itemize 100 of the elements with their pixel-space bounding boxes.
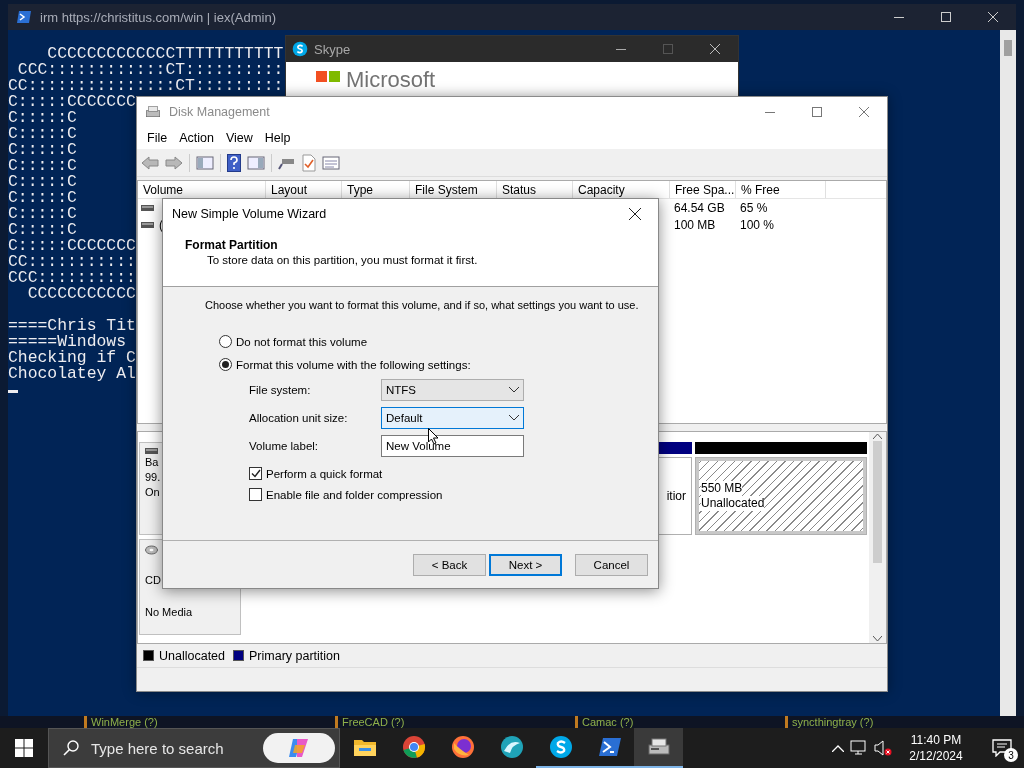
page-heading: Format Partition: [185, 238, 279, 252]
disk-label: CD: [145, 573, 162, 588]
caret-icon: [509, 415, 519, 421]
radio-button[interactable]: [219, 358, 232, 371]
terminal-icon: [16, 10, 32, 24]
partition-block[interactable]: 550 MB Unallocated: [695, 457, 867, 535]
minimize-icon: [764, 111, 775, 113]
disk-drive-icon: [145, 105, 161, 119]
forward-icon: [165, 155, 183, 170]
close-icon: [858, 107, 869, 117]
checklist-icon: [302, 153, 316, 172]
radio-label: Format this volume with the following settings:: [236, 358, 471, 371]
notification-button[interactable]: 3: [980, 728, 1024, 768]
field-label: Volume label:: [249, 440, 320, 452]
table-cell-text: 100 %: [739, 217, 776, 232]
dialog-button[interactable]: Next >: [489, 553, 562, 576]
disk-label: 99.: [145, 470, 162, 485]
checkbox-label: Perform a quick format: [266, 467, 383, 480]
table-cell-text: 65 %: [739, 200, 769, 215]
console-line: C:::::CCCCCCC: [8, 238, 136, 254]
panel-icon: [196, 155, 214, 170]
console-line: C:::::C: [8, 110, 77, 126]
console-line: CCCCCCCCCCCCCTTTTTTTTTTT: [46, 46, 284, 62]
dialog-button[interactable]: < Back: [413, 553, 486, 576]
caret-icon: [509, 387, 519, 393]
console-line: C:::::C: [8, 142, 77, 158]
console-line: C:::::C: [8, 158, 77, 174]
search-icon: [63, 740, 79, 756]
assistant-button[interactable]: [263, 733, 335, 763]
console-line: =====Windows: [8, 334, 127, 350]
maximize-icon: [662, 44, 673, 54]
checkbox[interactable]: [249, 488, 262, 501]
field-label: Allocation unit size:: [249, 412, 349, 424]
menu-item[interactable]: View: [219, 131, 259, 145]
console-line: C:::::C: [8, 126, 77, 142]
partition-text: itior: [666, 488, 686, 504]
disk-drive-icon: [646, 737, 671, 757]
console-line: C:::::CCCCCCC: [8, 94, 136, 110]
column-header[interactable]: % Free: [736, 181, 826, 198]
page-subheading: To store data on this partition, you must format it first.: [206, 254, 479, 266]
checkbox-label: Enable file and folder compression: [266, 488, 443, 501]
browser-icon: [450, 735, 475, 759]
close-icon: [628, 208, 641, 220]
disk-label: No Media: [145, 605, 194, 620]
chevron-down-icon: [873, 636, 882, 641]
console-line: Chocolatey Al: [8, 366, 136, 382]
taskbar-app[interactable]: [634, 728, 683, 768]
menu-item[interactable]: Help: [258, 131, 297, 145]
panel-icon: [247, 155, 265, 170]
console-line: ====Chris Tit: [8, 318, 136, 334]
clock[interactable]: 11:40 PM 2/12/2024: [898, 732, 974, 764]
disk-label: Ba: [145, 455, 160, 470]
back-icon: [141, 155, 159, 170]
menu-item[interactable]: File: [141, 131, 174, 145]
text-cursor: [8, 390, 18, 393]
folder-icon: [352, 737, 377, 757]
maximize-icon: [811, 107, 822, 117]
dropdown[interactable]: NTFS: [381, 379, 524, 401]
disk-label: On: [145, 485, 161, 500]
dialog-title: New Simple Volume Wizard: [172, 207, 327, 221]
logo-icon: [316, 71, 340, 82]
console-line: Checking if C: [8, 350, 136, 366]
table-cell-text: 64.54 GB: [673, 200, 726, 215]
search-placeholder: Type here to search: [91, 739, 225, 757]
checkbox[interactable]: [249, 467, 262, 480]
browser-icon: [401, 735, 426, 759]
chevron-up-icon: [873, 434, 882, 439]
minimize-icon: [615, 48, 626, 50]
dialog-button[interactable]: Cancel: [575, 553, 648, 576]
console-line: CCC::::::::::: [8, 270, 136, 286]
scrollbar[interactable]: [869, 432, 886, 643]
window-title: irm https://christitus.com/win | iex(Admin): [40, 9, 276, 25]
speaker-muted-icon: [874, 740, 892, 756]
radio-label: Do not format this volume: [236, 335, 368, 348]
legend-label: Primary partition: [249, 648, 340, 663]
console-line: CCC::::::::::::CT::::::::::: [16, 62, 284, 78]
assistant-icon: [287, 737, 311, 759]
brand-name: Microsoft: [346, 69, 436, 91]
radio-button[interactable]: [219, 335, 232, 348]
input-field[interactable]: New Volume: [381, 435, 524, 457]
maximize-icon: [940, 12, 951, 22]
disc-icon: [145, 544, 158, 556]
close-icon: [987, 12, 998, 22]
window-title: Skype: [314, 41, 351, 57]
wave-app-icon: [499, 735, 524, 759]
menu-item[interactable]: Action: [173, 131, 220, 145]
search-field[interactable]: Type here to search: [48, 728, 340, 768]
legend-label: Unallocated: [159, 648, 225, 663]
instruction-text: Choose whether you want to format this volume, and if so, what settings you want to use.: [205, 299, 640, 311]
console-line: C:::::C: [8, 206, 77, 222]
partition-text: Unallocated: [701, 496, 765, 511]
help-icon: [227, 153, 241, 172]
console-line: C:::::C: [8, 190, 77, 206]
dropdown[interactable]: Default: [381, 407, 524, 429]
console-line: CC:::::::::::::::CT:::::::::: [8, 78, 284, 94]
console-line: C:::::C: [8, 174, 77, 190]
chevron-up-icon: [832, 744, 844, 752]
column-header[interactable]: Free Spa...: [670, 181, 736, 198]
table-cell-text: 100 MB: [673, 217, 717, 232]
drive-icon: [141, 220, 154, 229]
